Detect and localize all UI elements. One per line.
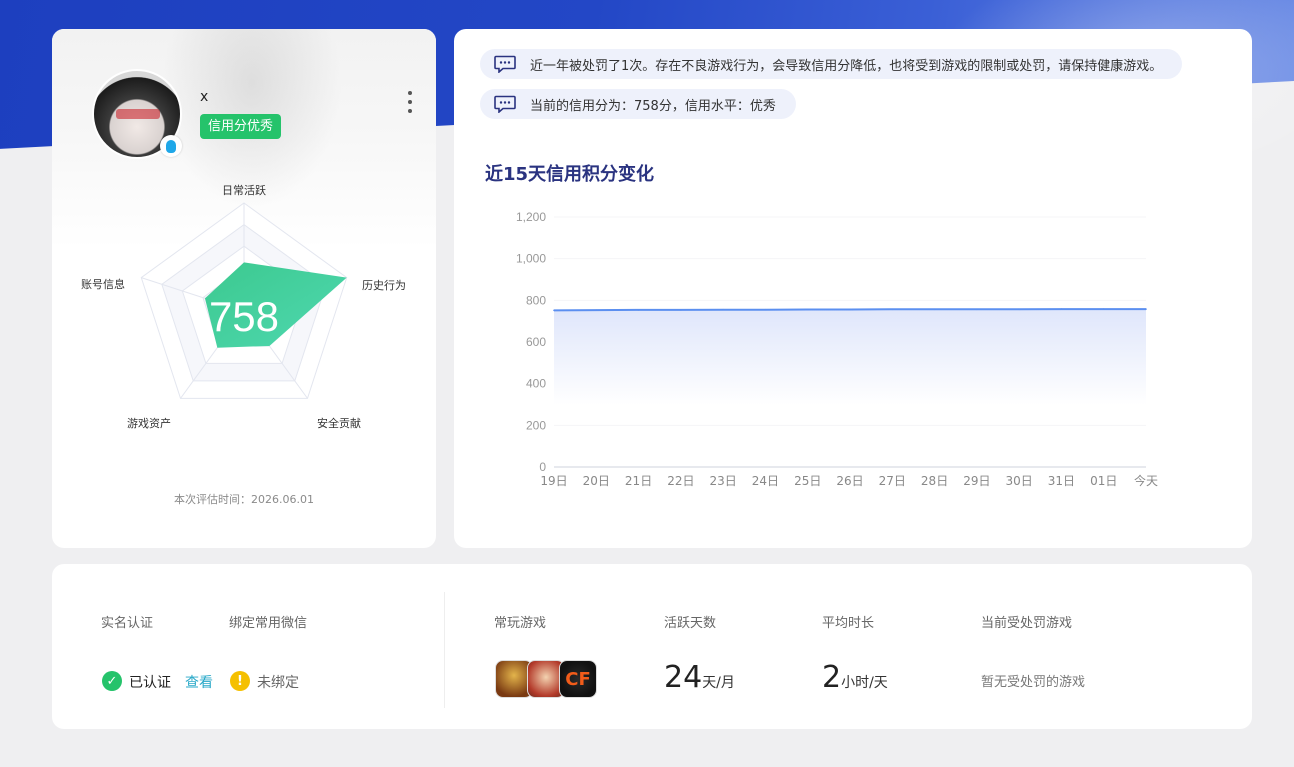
avg-time-label: 平均时长	[822, 616, 875, 631]
credit-chart-card: 近一年被处罚了1次。存在不良游戏行为，会导致信用分降低，也将受到游戏的限制或处罚…	[454, 29, 1252, 548]
x-tick-label: 23日	[710, 474, 737, 488]
radar-label-game-assets: 游戏资产	[127, 416, 171, 430]
active-days-unit: 天/月	[702, 675, 735, 691]
penalty-notice-text: 近一年被处罚了1次。存在不良游戏行为，会导致信用分降低，也将受到游戏的限制或处罚…	[530, 58, 1163, 74]
x-tick-label: 27日	[879, 474, 906, 488]
x-tick-label: 30日	[1006, 474, 1033, 488]
x-tick-label: 28日	[921, 474, 948, 488]
radar-label-security: 安全贡献	[317, 416, 361, 430]
x-tick-label: 25日	[794, 474, 821, 488]
evaluation-time: 本次评估时间：2026.06.01	[174, 493, 314, 506]
active-days-label: 活跃天数	[664, 616, 717, 631]
x-tick-label: 24日	[752, 474, 779, 488]
game-icon-crossfire[interactable]: CF	[559, 660, 597, 698]
data-point	[595, 309, 598, 311]
data-point	[680, 309, 682, 311]
data-point	[1018, 308, 1020, 311]
score-notice-text: 当前的信用分为：758分，信用水平：优秀	[530, 98, 776, 114]
data-point	[637, 309, 640, 311]
score-notice: 当前的信用分为：758分，信用水平：优秀	[480, 89, 796, 119]
y-tick-label: 200	[526, 418, 546, 432]
data-point	[722, 308, 724, 311]
x-axis: 19日 20日 21日 22日 23日 24日 25日 26日 27日 28日 29日 30日 31日 0…	[540, 473, 1158, 488]
avg-time-unit: 小时/天	[841, 675, 888, 691]
y-tick-label: 1,000	[516, 252, 546, 266]
radar-label-daily-active: 日常活跃	[222, 183, 266, 197]
credit-level-badge: 信用分优秀	[200, 114, 282, 139]
x-tick-label: 19日	[540, 474, 567, 488]
data-point	[1102, 308, 1105, 310]
active-days-value: 24天/月	[664, 660, 735, 695]
data-point	[1145, 308, 1147, 310]
more-options-icon[interactable]	[404, 91, 416, 113]
x-tick-label: 20日	[583, 474, 610, 488]
punished-games-label: 当前受处罚游戏	[981, 616, 1073, 631]
games-label: 常玩游戏	[494, 616, 547, 631]
qq-icon	[160, 135, 182, 157]
avg-time-number: 2	[822, 660, 842, 695]
punished-games-value: 暂无受处罚的游戏	[981, 675, 1086, 690]
x-tick-label: 29日	[963, 474, 990, 488]
check-icon: ✓	[102, 671, 122, 691]
username: x	[200, 89, 209, 105]
warning-icon: !	[230, 671, 250, 691]
x-tick-label: 26日	[836, 474, 863, 488]
chart-title: 近15天信用积分变化	[485, 164, 655, 185]
data-point	[849, 308, 851, 311]
wechat-label: 绑定常用微信	[229, 616, 308, 631]
message-icon	[494, 55, 516, 73]
radar-label-account: 账号信息	[81, 277, 125, 291]
active-days-number: 24	[664, 660, 703, 695]
series-area	[554, 309, 1146, 405]
radar-label-history: 历史行为	[362, 279, 406, 292]
data-point	[933, 308, 936, 311]
data-point	[1060, 308, 1063, 310]
y-tick-label: 400	[526, 377, 546, 391]
realname-status: 已认证	[129, 675, 171, 691]
x-tick-label: 22日	[667, 474, 694, 488]
data-point	[976, 308, 978, 311]
divider	[444, 592, 445, 708]
x-tick-label: 今天	[1134, 473, 1158, 488]
x-tick-label: 31日	[1048, 474, 1075, 488]
credit-line-chart: 0 200 400 600 800 1,000 1,200 19日 20日 21日 22日 23日 2…	[516, 210, 1158, 488]
wechat-status: 未绑定	[257, 675, 299, 691]
x-tick-label: 21日	[625, 474, 652, 488]
profile-card: x 信用分优秀 758 日常活跃 历史行为 安全贡献 游戏资产 账号信息 本次评…	[52, 29, 436, 548]
data-point	[806, 308, 809, 311]
view-realname-link[interactable]: 查看	[185, 672, 213, 692]
credit-radar-chart: 758 日常活跃 历史行为 安全贡献 游戏资产 账号信息	[81, 183, 406, 430]
y-tick-label: 1,200	[516, 210, 546, 224]
account-info-card: 实名认证 绑定常用微信 ✓ 已认证 查看 ! 未绑定 常玩游戏 CF 活跃天数 …	[52, 564, 1252, 729]
y-tick-label: 0	[539, 460, 546, 474]
y-tick-label: 600	[526, 335, 546, 349]
x-tick-label: 01日	[1090, 474, 1117, 488]
data-point	[764, 308, 767, 311]
penalty-notice: 近一年被处罚了1次。存在不良游戏行为，会导致信用分降低，也将受到游戏的限制或处罚…	[480, 49, 1183, 79]
avg-time-value: 2小时/天	[822, 660, 888, 695]
message-icon	[494, 95, 516, 113]
y-tick-label: 800	[526, 293, 546, 307]
credit-score: 758	[209, 293, 279, 340]
realname-label: 实名认证	[101, 616, 154, 631]
data-point	[553, 309, 555, 312]
data-point	[891, 308, 894, 311]
